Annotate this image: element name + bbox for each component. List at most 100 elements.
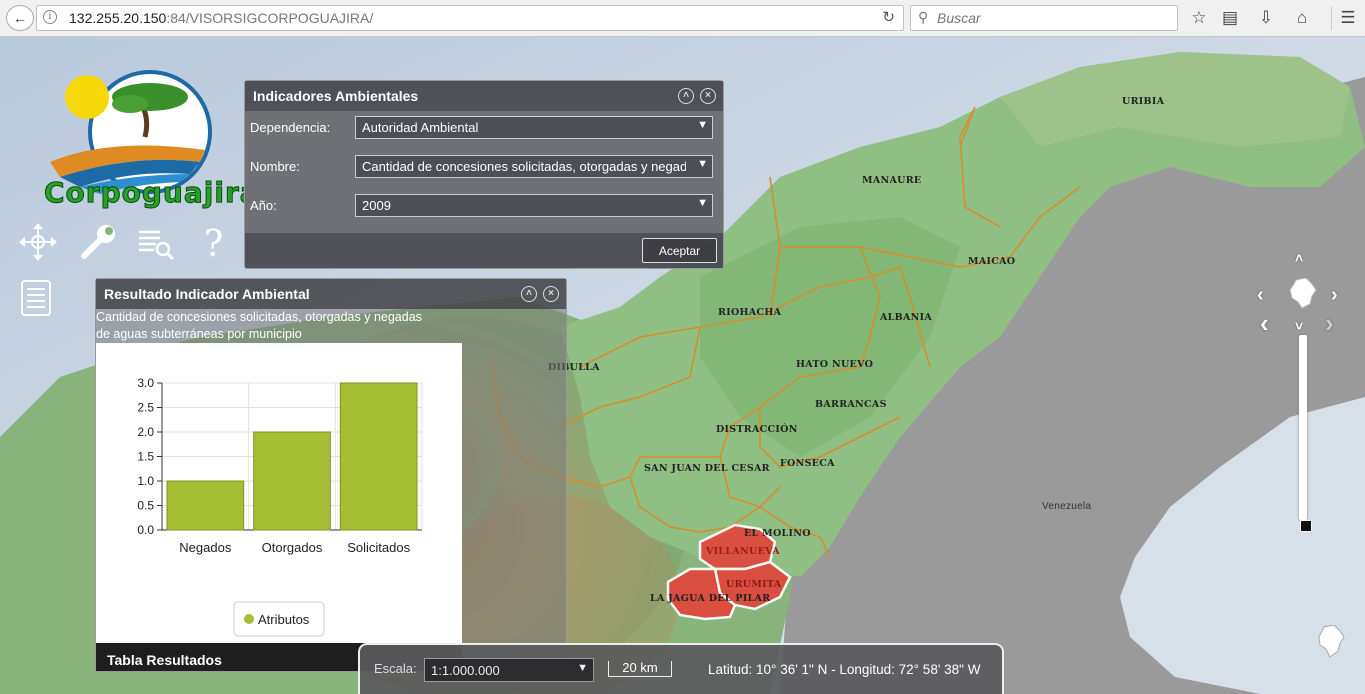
label-manaure: MANAURE [862, 175, 922, 186]
label-barrancas: BARRANCAS [815, 399, 887, 410]
accept-button[interactable]: Aceptar [642, 238, 717, 263]
url-path: :84/VISORSIGCORPOGUAJIRA/ [166, 10, 374, 26]
scalebar: 20 km [608, 661, 672, 677]
y-tick-label: 2.5 [137, 401, 154, 415]
zoom-slider[interactable] [1299, 335, 1307, 520]
results-dialog-titlebar[interactable]: Resultado Indicador Ambiental ˄ × [96, 279, 566, 309]
help-icon[interactable]: ? [196, 222, 236, 262]
previous-extent-icon[interactable]: ‹ [1260, 308, 1269, 339]
overview-map-icon[interactable] [1318, 625, 1346, 659]
nombre-select[interactable]: Cantidad de concesiones solicitadas, oto… [355, 155, 713, 178]
label-maicao: MAICAO [968, 256, 1016, 267]
results-description-line2: de aguas subterráneas por municipio [96, 327, 302, 341]
chevron-down-icon: ▼ [697, 158, 708, 170]
bar-solicitados [339, 382, 418, 531]
label-venezuela: Venezuela [1042, 501, 1092, 512]
close-icon[interactable]: × [700, 88, 716, 104]
label-distraccion: DISTRACCIÓN [716, 424, 798, 435]
y-tick-label: 1.5 [137, 450, 154, 464]
star-icon[interactable]: ☆ [1187, 6, 1211, 30]
y-tick-label: 0.0 [137, 523, 154, 537]
chevron-down-icon: ▼ [697, 119, 708, 131]
nombre-label: Nombre: [250, 159, 300, 174]
wrench-icon[interactable] [78, 222, 118, 262]
zoom-slider-handle[interactable] [1300, 520, 1312, 532]
url-text: 132.255.20.150:84/VISORSIGCORPOGUAJIRA/ [69, 10, 373, 26]
collapse-icon[interactable]: ˄ [521, 286, 537, 302]
x-tick-label: Negados [179, 540, 232, 555]
dependencia-value: Autoridad Ambiental [362, 120, 479, 135]
label-riohacha: RIOHACHA [718, 307, 782, 318]
label-uribia: URIBIA [1122, 96, 1165, 107]
nombre-value: Cantidad de concesiones solicitadas, oto… [362, 159, 686, 174]
anio-label: Año: [250, 198, 277, 213]
search-icon: ⚲ [918, 9, 929, 25]
label-hato-nuevo: HATO NUEVO [796, 359, 874, 370]
y-tick-label: 2.0 [137, 425, 154, 439]
indicators-dialog: Indicadores Ambientales ˄ × Dependencia:… [244, 80, 724, 269]
home-icon[interactable]: ⌂ [1290, 6, 1314, 30]
indicators-form: Dependencia: Autoridad Ambiental ▼ Nombr… [245, 111, 723, 233]
pan-down-icon[interactable]: ˅ [1295, 318, 1303, 334]
label-albania: ALBANIA [880, 312, 933, 323]
logo-text: Corpoguajira [44, 176, 260, 210]
legend-marker [244, 614, 254, 624]
pan-up-icon[interactable]: ˄ [1295, 250, 1303, 266]
chart-panel: 3.0 2.5 2.0 1.5 1.0 0.5 0.0 Negados Otorgados Sol… [96, 343, 462, 643]
colombia-map-icon[interactable] [1288, 278, 1318, 310]
bar-otorgados [253, 431, 331, 531]
y-tick-label: 3.0 [137, 376, 154, 390]
scale-label: Escala: [374, 661, 417, 676]
scale-value: 1:1.000.000 [431, 663, 500, 678]
reload-icon[interactable]: ↻ [882, 8, 895, 26]
download-icon[interactable]: ⇩ [1254, 6, 1278, 30]
results-description-line1: Cantidad de concesiones solicitadas, oto… [96, 310, 422, 324]
browser-toolbar: ← i 132.255.20.150:84/VISORSIGCORPOGUAJI… [0, 0, 1365, 37]
search-bar[interactable]: ⚲ Buscar [910, 5, 1178, 31]
svg-text:?: ? [204, 224, 223, 262]
chevron-down-icon: ▼ [577, 662, 588, 674]
search-input[interactable]: Buscar [937, 10, 981, 26]
bar-chart: 3.0 2.5 2.0 1.5 1.0 0.5 0.0 Negados Otorgados Sol… [137, 376, 423, 637]
dependencia-select[interactable]: Autoridad Ambiental ▼ [355, 116, 713, 139]
coordinates-readout: Latitud: 10° 36' 1" N - Longitud: 72° 58… [708, 662, 981, 677]
label-villanueva: VILLANUEVA [706, 546, 780, 557]
menu-icon[interactable]: ☰ [1331, 6, 1360, 30]
status-bar: Escala: 1:1.000.000 ▼ 20 km Latitud: 10°… [358, 643, 1004, 694]
results-description: Cantidad de concesiones solicitadas, oto… [96, 309, 456, 343]
bar-negados [166, 480, 245, 531]
indicators-dialog-titlebar[interactable]: Indicadores Ambientales ˄ × [245, 81, 723, 111]
info-icon[interactable]: i [43, 10, 57, 24]
x-tick-label: Otorgados [262, 540, 323, 555]
label-fonseca: FONSECA [780, 458, 835, 469]
collapse-icon[interactable]: ˄ [678, 88, 694, 104]
x-tick-label: Solicitados [347, 540, 410, 555]
pan-right-icon[interactable]: › [1331, 284, 1338, 307]
anio-select[interactable]: 2009 ▼ [355, 194, 713, 217]
reader-icon[interactable]: ▤ [1218, 6, 1242, 30]
results-dialog-title: Resultado Indicador Ambiental [104, 286, 310, 302]
label-el-molino: EL MOLINO [744, 528, 811, 539]
map-navigation: ˄ ‹ › ‹ ˅ › [1255, 250, 1355, 540]
chevron-down-icon: ▼ [697, 197, 708, 209]
label-urumita: URUMITA [726, 579, 782, 590]
label-la-jagua: LA JAGUA DEL PILAR [650, 593, 771, 604]
anio-value: 2009 [362, 198, 391, 213]
dependencia-label: Dependencia: [250, 120, 331, 135]
next-extent-icon[interactable]: › [1325, 308, 1334, 339]
layers-list-icon[interactable] [16, 278, 56, 318]
y-tick-label: 1.0 [137, 474, 154, 488]
address-bar[interactable]: i 132.255.20.150:84/VISORSIGCORPOGUAJIRA… [36, 5, 904, 31]
results-table-label: Tabla Resultados [107, 652, 222, 668]
list-search-icon[interactable] [136, 222, 176, 262]
scale-select[interactable]: 1:1.000.000 ▼ [424, 658, 594, 682]
url-host: 132.255.20.150 [69, 10, 167, 26]
label-san-juan: SAN JUAN DEL CESAR [644, 463, 770, 474]
move-icon[interactable] [18, 222, 58, 262]
results-dialog: Resultado Indicador Ambiental ˄ × Cantid… [95, 278, 567, 672]
y-tick-label: 0.5 [137, 499, 154, 513]
legend-label: Atributos [258, 612, 310, 627]
pan-left-icon[interactable]: ‹ [1257, 284, 1264, 307]
close-icon[interactable]: × [543, 286, 559, 302]
back-icon[interactable]: ← [6, 5, 34, 31]
